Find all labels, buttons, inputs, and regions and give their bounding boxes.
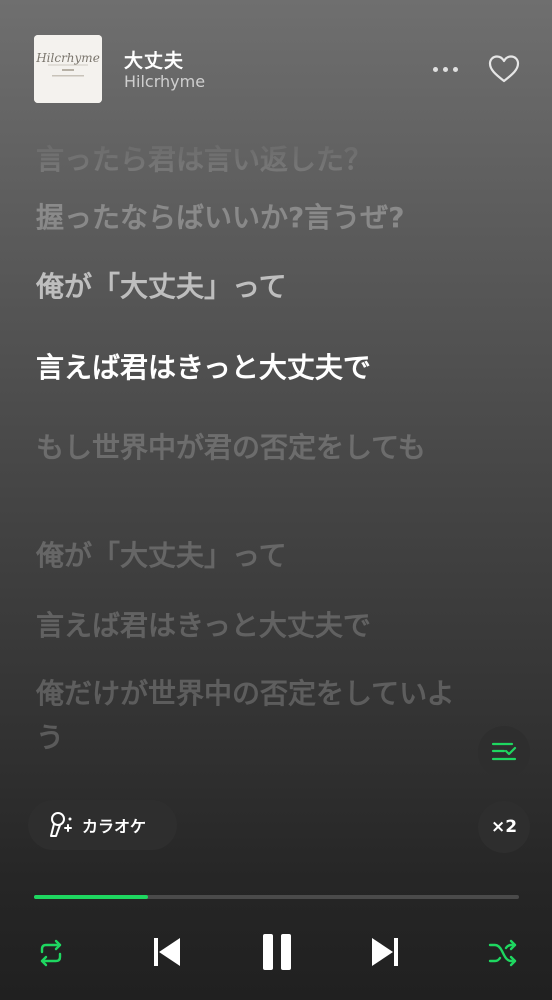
lyric-line[interactable]: もし世界中が君の否定をしても — [36, 426, 456, 470]
lyric-line[interactable]: 俺が「大丈夫」って — [36, 265, 456, 309]
pause-icon — [263, 934, 291, 970]
lyric-line[interactable]: 言えば君はきっと大丈夫で — [36, 604, 456, 648]
lyric-line[interactable]: 握ったならばいいか?言うぜ? — [36, 196, 456, 240]
skip-next-icon — [372, 938, 398, 966]
lyrics-view[interactable]: 言ったら君は言い返した？ 握ったならばいいか?言うぜ? 俺が「大丈夫」って 言え… — [0, 128, 552, 810]
more-dot — [452, 66, 458, 72]
more-dot — [442, 66, 448, 72]
more-dots-icon — [432, 66, 438, 72]
pause-button[interactable] — [254, 928, 300, 976]
heart-icon — [488, 55, 520, 83]
karaoke-label: カラオケ — [82, 817, 147, 836]
next-button[interactable] — [364, 930, 406, 974]
lyrics-queue-button[interactable] — [478, 726, 530, 778]
lyrics-queue-icon — [491, 742, 517, 761]
lyric-line-faded: 言ったら君は言い返した？ — [36, 143, 373, 176]
more-options-button[interactable] — [426, 52, 464, 86]
skip-previous-icon — [154, 938, 180, 966]
karaoke-button[interactable]: カラオケ — [28, 800, 177, 850]
lyric-line[interactable]: 俺だけが世界中の否定をしていよう — [36, 672, 456, 760]
microphone-sparkle-icon — [50, 812, 72, 837]
song-title: 大丈夫 — [124, 50, 185, 72]
speed-button[interactable]: ×2 — [478, 801, 530, 853]
previous-button[interactable] — [146, 930, 188, 974]
shuffle-icon — [488, 939, 517, 967]
album-art-text: Hilcrhyme — [35, 51, 100, 65]
shuffle-button[interactable] — [482, 932, 524, 974]
repeat-icon — [40, 939, 62, 967]
album-logo: Hilcrhyme — [34, 35, 102, 103]
lyric-line-current[interactable]: 言えば君はきっと大丈夫で — [36, 346, 456, 390]
now-playing-header: Hilcrhyme 大丈夫 Hilcrhyme — [0, 0, 552, 130]
artist-name[interactable]: Hilcrhyme — [124, 72, 205, 91]
repeat-button[interactable] — [30, 932, 72, 974]
lyrics-screen: Hilcrhyme 大丈夫 Hilcrhyme 言ったら君は言い返した？ 握った… — [0, 0, 552, 1000]
like-button[interactable] — [486, 52, 522, 86]
album-art[interactable]: Hilcrhyme — [34, 35, 102, 103]
lyric-line[interactable]: 俺が「大丈夫」って — [36, 534, 456, 578]
progress-bar[interactable] — [34, 895, 519, 899]
progress-fill — [34, 895, 148, 899]
